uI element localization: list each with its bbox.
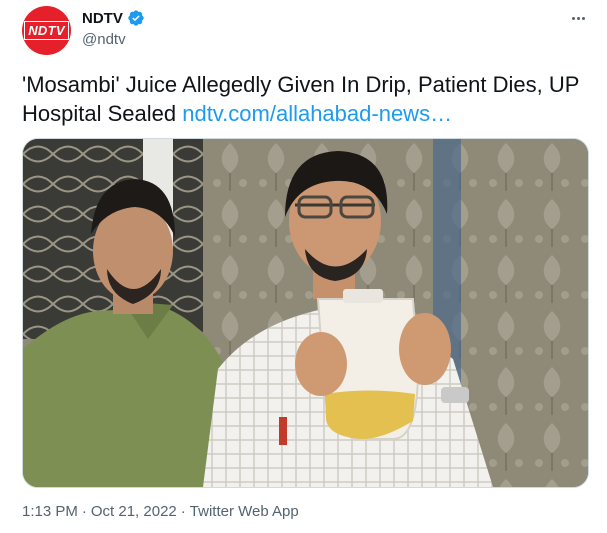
- tweet-media-photo[interactable]: [22, 138, 589, 488]
- tweet-date[interactable]: Oct 21, 2022: [91, 503, 177, 520]
- verified-badge-icon: [128, 10, 144, 26]
- handle[interactable]: @ndtv: [82, 31, 126, 48]
- tweet-text: 'Mosambi' Juice Allegedly Given In Drip,…: [22, 70, 592, 128]
- more-options-icon[interactable]: [566, 8, 590, 28]
- meta-separator: ·: [180, 503, 186, 520]
- tweet-meta: 1:13 PM · Oct 21, 2022 · Twitter Web App: [22, 503, 299, 520]
- tweet-source: Twitter Web App: [189, 503, 299, 520]
- photo-image: [23, 139, 588, 487]
- avatar-logo: NDTV: [24, 21, 69, 40]
- author-name-row: NDTV: [82, 9, 145, 27]
- tweet-link[interactable]: ndtv.com/allahabad-news…: [182, 101, 452, 126]
- meta-separator: ·: [81, 503, 87, 520]
- avatar[interactable]: NDTV: [22, 6, 71, 55]
- tweet-card: NDTV NDTV @ndtv 'Mosambi' Juice Allegedl…: [0, 0, 607, 533]
- display-name[interactable]: NDTV: [82, 10, 123, 27]
- tweet-time[interactable]: 1:13 PM: [22, 503, 78, 520]
